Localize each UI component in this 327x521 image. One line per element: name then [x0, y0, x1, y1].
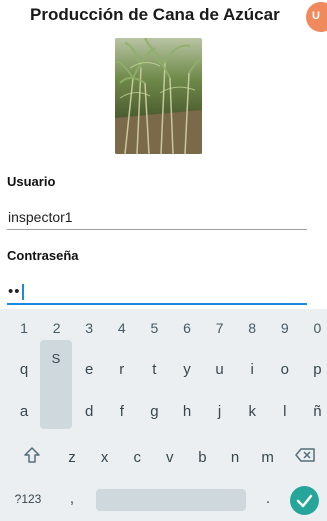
key-a[interactable]: a: [14, 403, 34, 420]
password-underline: [7, 303, 307, 305]
key-i[interactable]: i: [242, 361, 262, 378]
user-label: Usuario: [7, 174, 56, 189]
enter-key[interactable]: [290, 486, 319, 515]
username-underline: [7, 229, 307, 230]
key-1[interactable]: 1: [14, 320, 34, 336]
key-y[interactable]: y: [177, 361, 197, 378]
key-g[interactable]: g: [144, 403, 164, 420]
comma-key[interactable]: ,: [62, 490, 82, 507]
key-6[interactable]: 6: [177, 320, 197, 336]
password-value: ••: [8, 283, 21, 300]
password-label: Contraseña: [7, 248, 79, 263]
key-5[interactable]: 5: [144, 320, 164, 336]
sugarcane-photo: [115, 38, 202, 154]
key-m[interactable]: m: [258, 449, 278, 466]
shift-key[interactable]: [16, 446, 48, 464]
key-9[interactable]: 9: [275, 320, 295, 336]
backspace-key[interactable]: [288, 446, 322, 464]
page-title: Producción de Cana de Azúcar: [30, 5, 280, 24]
text-caret: [22, 284, 24, 300]
key-k[interactable]: k: [242, 403, 262, 420]
soft-keyboard: 1234567890 qwertyuiop asdfghjklñ zxcvbnm…: [0, 309, 327, 521]
key-b[interactable]: b: [192, 449, 212, 466]
key-3[interactable]: 3: [79, 320, 99, 336]
shift-icon: [24, 447, 40, 463]
key-f[interactable]: f: [112, 403, 132, 420]
space-bar[interactable]: [96, 489, 246, 511]
key-v[interactable]: v: [160, 449, 180, 466]
app-badge-icon[interactable]: U: [306, 2, 327, 32]
period-key[interactable]: .: [258, 490, 278, 507]
key-2[interactable]: 2: [47, 320, 67, 336]
key-n[interactable]: n: [225, 449, 245, 466]
key-8[interactable]: 8: [242, 320, 262, 336]
key-x[interactable]: x: [95, 449, 115, 466]
key-z[interactable]: z: [62, 449, 82, 466]
key-q[interactable]: q: [14, 361, 34, 378]
key-7[interactable]: 7: [210, 320, 230, 336]
key-p[interactable]: p: [307, 361, 327, 378]
login-screen: Producción de Cana de Azúcar U Usuario i…: [0, 0, 327, 521]
check-icon: [296, 494, 313, 508]
key-j[interactable]: j: [210, 403, 230, 420]
key-0[interactable]: 0: [307, 320, 327, 336]
backspace-icon: [295, 448, 315, 462]
key-r[interactable]: r: [112, 361, 132, 378]
key-c[interactable]: c: [127, 449, 147, 466]
key-e[interactable]: e: [79, 361, 99, 378]
username-value: inspector1: [8, 209, 73, 225]
key-l[interactable]: l: [275, 403, 295, 420]
pressed-key-preview: S: [51, 351, 61, 366]
key-o[interactable]: o: [275, 361, 295, 378]
key-d[interactable]: d: [79, 403, 99, 420]
key-t[interactable]: t: [144, 361, 164, 378]
app-badge-text: U: [312, 10, 320, 22]
username-field[interactable]: inspector1: [7, 206, 307, 230]
key-u[interactable]: u: [210, 361, 230, 378]
key-4[interactable]: 4: [112, 320, 132, 336]
symbols-key[interactable]: ?123: [8, 492, 48, 506]
key-h[interactable]: h: [177, 403, 197, 420]
key-n-tilde[interactable]: ñ: [307, 403, 327, 420]
password-field[interactable]: ••: [7, 281, 307, 305]
